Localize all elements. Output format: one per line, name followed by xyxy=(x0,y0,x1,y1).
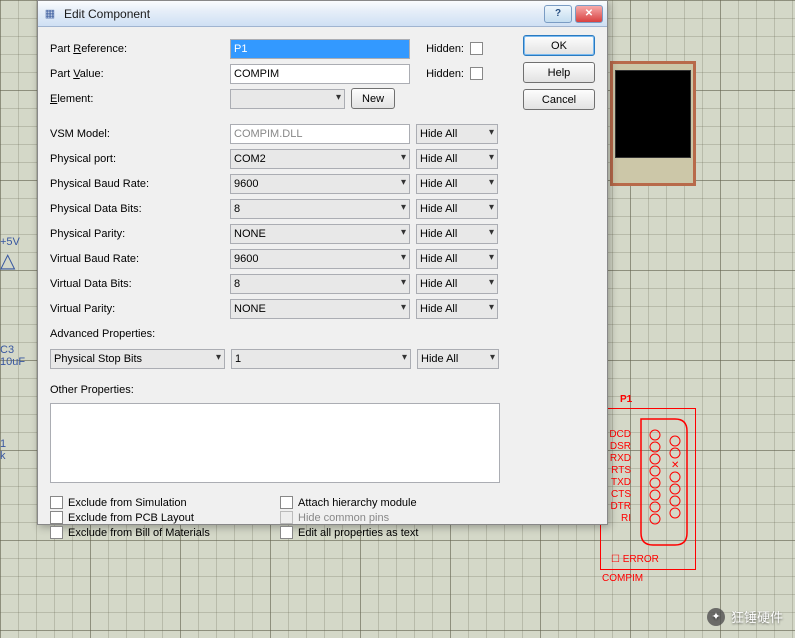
other-props-textarea[interactable] xyxy=(50,403,500,483)
component-c3-label: C310uF xyxy=(0,344,25,368)
element-combo[interactable] xyxy=(230,89,345,109)
compim-name: COMPIM xyxy=(602,573,643,584)
help-button[interactable]: Help xyxy=(523,62,595,83)
physical-databits-hide-combo[interactable]: Hide All xyxy=(416,199,498,219)
adv-key-combo[interactable]: Physical Stop Bits xyxy=(50,349,225,369)
hidden-label-2: Hidden: xyxy=(416,68,464,80)
virtual-databits-combo[interactable]: 8 xyxy=(230,274,410,294)
part-value-label: Part Value: xyxy=(50,68,230,80)
physical-baud-combo[interactable]: 9600 xyxy=(230,174,410,194)
titlebar-close-button[interactable]: ✕ xyxy=(575,5,603,23)
wechat-icon: ✦ xyxy=(707,608,725,626)
app-icon: ▦ xyxy=(42,6,58,22)
physical-baud-hide-combo[interactable]: Hide All xyxy=(416,174,498,194)
hide-common-pins-checkbox: Hide common pins xyxy=(280,511,500,524)
part-ref-input[interactable] xyxy=(230,39,410,59)
part-value-input[interactable] xyxy=(230,64,410,84)
element-label: Element: xyxy=(50,93,230,105)
cancel-button[interactable]: Cancel xyxy=(523,89,595,110)
virtual-baud-combo[interactable]: 9600 xyxy=(230,249,410,269)
physical-databits-combo[interactable]: 8 xyxy=(230,199,410,219)
compim-pin-labels: DCDDSR RXDRTS TXDCTS DTRRI xyxy=(605,429,631,525)
dialog-title: Edit Component xyxy=(64,7,541,21)
physical-port-combo[interactable]: COM2 xyxy=(230,149,410,169)
virtual-databits-hide-combo[interactable]: Hide All xyxy=(416,274,498,294)
physical-port-hide-combo[interactable]: Hide All xyxy=(416,149,498,169)
hidden-label: Hidden: xyxy=(416,43,464,55)
ok-button[interactable]: OK xyxy=(523,35,595,56)
vsm-model-label: VSM Model: xyxy=(50,128,230,140)
virtual-parity-label: Virtual Parity: xyxy=(50,303,230,315)
svg-text:✕: ✕ xyxy=(671,460,679,471)
edit-as-text-checkbox[interactable]: Edit all properties as text xyxy=(280,526,500,539)
lcd-screen xyxy=(615,70,691,158)
other-props-label: Other Properties: xyxy=(50,384,134,396)
part-ref-hidden-checkbox[interactable] xyxy=(470,42,483,55)
physical-databits-label: Physical Data Bits: xyxy=(50,203,230,215)
exclude-bom-checkbox[interactable]: Exclude from Bill of Materials xyxy=(50,526,270,539)
compim-component: P1 DCDDSR RXDRTS TXDCTS DTRRI ✕ ☐ ERROR … xyxy=(600,398,696,582)
virtual-baud-hide-combo[interactable]: Hide All xyxy=(416,249,498,269)
physical-port-label: Physical port: xyxy=(50,153,230,165)
edit-component-dialog: ▦ Edit Component ? ✕ OK Help Cancel Part… xyxy=(37,0,608,525)
exclude-sim-checkbox[interactable]: Exclude from Simulation xyxy=(50,496,270,509)
part-value-hidden-checkbox[interactable] xyxy=(470,67,483,80)
lcd-component xyxy=(610,61,696,186)
attach-hierarchy-checkbox[interactable]: Attach hierarchy module xyxy=(280,496,500,509)
virtual-parity-combo[interactable]: NONE xyxy=(230,299,410,319)
titlebar-help-button[interactable]: ? xyxy=(544,5,572,23)
physical-parity-hide-combo[interactable]: Hide All xyxy=(416,224,498,244)
compim-ref: P1 xyxy=(620,394,632,405)
advanced-label: Advanced Properties: xyxy=(50,328,155,340)
db9-connector-icon: ✕ xyxy=(635,417,691,547)
adv-hide-combo[interactable]: Hide All xyxy=(417,349,499,369)
titlebar[interactable]: ▦ Edit Component ? ✕ xyxy=(38,1,607,27)
part-ref-label: Part Reference: xyxy=(50,43,230,55)
physical-baud-label: Physical Baud Rate: xyxy=(50,178,230,190)
compim-error: ☐ ERROR xyxy=(611,554,659,565)
virtual-baud-label: Virtual Baud Rate: xyxy=(50,253,230,265)
physical-parity-combo[interactable]: NONE xyxy=(230,224,410,244)
exclude-pcb-checkbox[interactable]: Exclude from PCB Layout xyxy=(50,511,270,524)
virtual-parity-hide-combo[interactable]: Hide All xyxy=(416,299,498,319)
virtual-databits-label: Virtual Data Bits: xyxy=(50,278,230,290)
vsm-model-hide-combo[interactable]: Hide All xyxy=(416,124,498,144)
component-r-label: 1k xyxy=(0,438,6,462)
watermark: ✦ 狂锤硬件 xyxy=(707,607,783,626)
physical-parity-label: Physical Parity: xyxy=(50,228,230,240)
adv-val-combo[interactable]: 1 xyxy=(231,349,411,369)
new-button[interactable]: New xyxy=(351,88,395,109)
vsm-model-input[interactable] xyxy=(230,124,410,144)
